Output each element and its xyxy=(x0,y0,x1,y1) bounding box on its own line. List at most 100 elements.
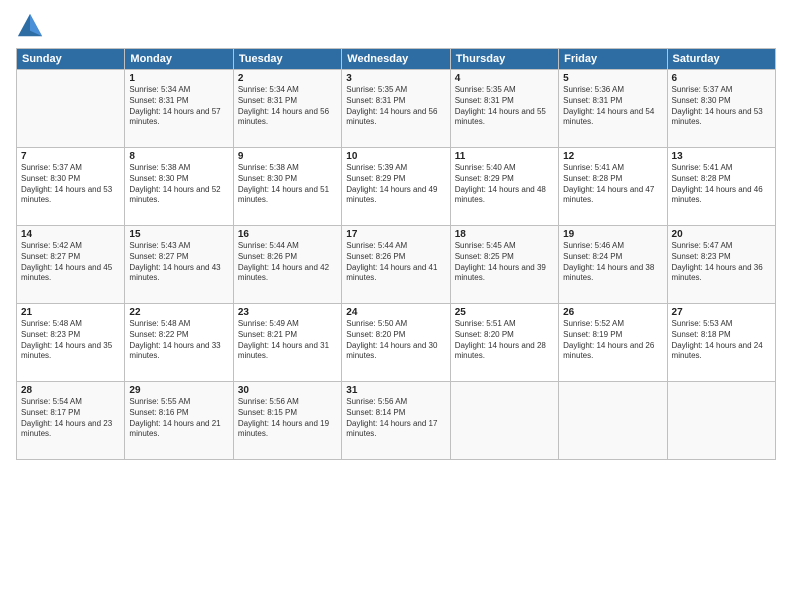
calendar-week-1: 1Sunrise: 5:34 AM Sunset: 8:31 PM Daylig… xyxy=(17,70,776,148)
cell-details: Sunrise: 5:47 AM Sunset: 8:23 PM Dayligh… xyxy=(672,241,771,284)
day-number: 18 xyxy=(455,229,554,240)
cell-details: Sunrise: 5:37 AM Sunset: 8:30 PM Dayligh… xyxy=(672,85,771,128)
calendar-cell: 30Sunrise: 5:56 AM Sunset: 8:15 PM Dayli… xyxy=(233,382,341,460)
cell-details: Sunrise: 5:51 AM Sunset: 8:20 PM Dayligh… xyxy=(455,319,554,362)
calendar-cell: 11Sunrise: 5:40 AM Sunset: 8:29 PM Dayli… xyxy=(450,148,558,226)
day-number: 13 xyxy=(672,151,771,162)
day-number: 27 xyxy=(672,307,771,318)
calendar-cell: 16Sunrise: 5:44 AM Sunset: 8:26 PM Dayli… xyxy=(233,226,341,304)
calendar-cell: 28Sunrise: 5:54 AM Sunset: 8:17 PM Dayli… xyxy=(17,382,125,460)
day-number: 3 xyxy=(346,73,445,84)
calendar-week-5: 28Sunrise: 5:54 AM Sunset: 8:17 PM Dayli… xyxy=(17,382,776,460)
cell-details: Sunrise: 5:40 AM Sunset: 8:29 PM Dayligh… xyxy=(455,163,554,206)
day-number: 15 xyxy=(129,229,228,240)
calendar-table: SundayMondayTuesdayWednesdayThursdayFrid… xyxy=(16,48,776,460)
cell-details: Sunrise: 5:41 AM Sunset: 8:28 PM Dayligh… xyxy=(672,163,771,206)
day-number: 21 xyxy=(21,307,120,318)
calendar-cell: 22Sunrise: 5:48 AM Sunset: 8:22 PM Dayli… xyxy=(125,304,233,382)
cell-details: Sunrise: 5:43 AM Sunset: 8:27 PM Dayligh… xyxy=(129,241,228,284)
calendar-cell xyxy=(450,382,558,460)
calendar-cell: 26Sunrise: 5:52 AM Sunset: 8:19 PM Dayli… xyxy=(559,304,667,382)
day-number: 6 xyxy=(672,73,771,84)
cell-details: Sunrise: 5:56 AM Sunset: 8:15 PM Dayligh… xyxy=(238,397,337,440)
cell-details: Sunrise: 5:35 AM Sunset: 8:31 PM Dayligh… xyxy=(346,85,445,128)
calendar-cell: 21Sunrise: 5:48 AM Sunset: 8:23 PM Dayli… xyxy=(17,304,125,382)
cell-details: Sunrise: 5:38 AM Sunset: 8:30 PM Dayligh… xyxy=(238,163,337,206)
cell-details: Sunrise: 5:45 AM Sunset: 8:25 PM Dayligh… xyxy=(455,241,554,284)
cell-details: Sunrise: 5:38 AM Sunset: 8:30 PM Dayligh… xyxy=(129,163,228,206)
calendar-cell: 24Sunrise: 5:50 AM Sunset: 8:20 PM Dayli… xyxy=(342,304,450,382)
day-number: 24 xyxy=(346,307,445,318)
day-number: 10 xyxy=(346,151,445,162)
calendar-cell: 2Sunrise: 5:34 AM Sunset: 8:31 PM Daylig… xyxy=(233,70,341,148)
calendar-cell: 1Sunrise: 5:34 AM Sunset: 8:31 PM Daylig… xyxy=(125,70,233,148)
calendar-cell xyxy=(667,382,775,460)
logo xyxy=(16,12,46,40)
calendar-cell: 7Sunrise: 5:37 AM Sunset: 8:30 PM Daylig… xyxy=(17,148,125,226)
calendar-cell: 15Sunrise: 5:43 AM Sunset: 8:27 PM Dayli… xyxy=(125,226,233,304)
calendar-cell: 6Sunrise: 5:37 AM Sunset: 8:30 PM Daylig… xyxy=(667,70,775,148)
day-number: 4 xyxy=(455,73,554,84)
calendar-cell: 29Sunrise: 5:55 AM Sunset: 8:16 PM Dayli… xyxy=(125,382,233,460)
cell-details: Sunrise: 5:54 AM Sunset: 8:17 PM Dayligh… xyxy=(21,397,120,440)
cell-details: Sunrise: 5:46 AM Sunset: 8:24 PM Dayligh… xyxy=(563,241,662,284)
calendar-week-4: 21Sunrise: 5:48 AM Sunset: 8:23 PM Dayli… xyxy=(17,304,776,382)
calendar-cell: 31Sunrise: 5:56 AM Sunset: 8:14 PM Dayli… xyxy=(342,382,450,460)
page: SundayMondayTuesdayWednesdayThursdayFrid… xyxy=(0,0,792,612)
calendar-week-2: 7Sunrise: 5:37 AM Sunset: 8:30 PM Daylig… xyxy=(17,148,776,226)
cell-details: Sunrise: 5:39 AM Sunset: 8:29 PM Dayligh… xyxy=(346,163,445,206)
day-number: 8 xyxy=(129,151,228,162)
cell-details: Sunrise: 5:34 AM Sunset: 8:31 PM Dayligh… xyxy=(129,85,228,128)
day-number: 20 xyxy=(672,229,771,240)
day-number: 22 xyxy=(129,307,228,318)
calendar-cell: 23Sunrise: 5:49 AM Sunset: 8:21 PM Dayli… xyxy=(233,304,341,382)
cell-details: Sunrise: 5:35 AM Sunset: 8:31 PM Dayligh… xyxy=(455,85,554,128)
weekday-header-tuesday: Tuesday xyxy=(233,49,341,70)
day-number: 16 xyxy=(238,229,337,240)
weekday-header-saturday: Saturday xyxy=(667,49,775,70)
calendar-cell: 12Sunrise: 5:41 AM Sunset: 8:28 PM Dayli… xyxy=(559,148,667,226)
cell-details: Sunrise: 5:41 AM Sunset: 8:28 PM Dayligh… xyxy=(563,163,662,206)
cell-details: Sunrise: 5:50 AM Sunset: 8:20 PM Dayligh… xyxy=(346,319,445,362)
cell-details: Sunrise: 5:44 AM Sunset: 8:26 PM Dayligh… xyxy=(346,241,445,284)
cell-details: Sunrise: 5:44 AM Sunset: 8:26 PM Dayligh… xyxy=(238,241,337,284)
day-number: 30 xyxy=(238,385,337,396)
weekday-header-wednesday: Wednesday xyxy=(342,49,450,70)
day-number: 1 xyxy=(129,73,228,84)
calendar-cell: 5Sunrise: 5:36 AM Sunset: 8:31 PM Daylig… xyxy=(559,70,667,148)
cell-details: Sunrise: 5:52 AM Sunset: 8:19 PM Dayligh… xyxy=(563,319,662,362)
weekday-header-row: SundayMondayTuesdayWednesdayThursdayFrid… xyxy=(17,49,776,70)
calendar-cell: 14Sunrise: 5:42 AM Sunset: 8:27 PM Dayli… xyxy=(17,226,125,304)
day-number: 12 xyxy=(563,151,662,162)
weekday-header-friday: Friday xyxy=(559,49,667,70)
calendar-cell: 17Sunrise: 5:44 AM Sunset: 8:26 PM Dayli… xyxy=(342,226,450,304)
day-number: 14 xyxy=(21,229,120,240)
calendar-week-3: 14Sunrise: 5:42 AM Sunset: 8:27 PM Dayli… xyxy=(17,226,776,304)
cell-details: Sunrise: 5:48 AM Sunset: 8:22 PM Dayligh… xyxy=(129,319,228,362)
calendar-cell: 13Sunrise: 5:41 AM Sunset: 8:28 PM Dayli… xyxy=(667,148,775,226)
header xyxy=(16,12,776,40)
weekday-header-monday: Monday xyxy=(125,49,233,70)
cell-details: Sunrise: 5:48 AM Sunset: 8:23 PM Dayligh… xyxy=(21,319,120,362)
day-number: 9 xyxy=(238,151,337,162)
day-number: 23 xyxy=(238,307,337,318)
day-number: 11 xyxy=(455,151,554,162)
calendar-cell: 25Sunrise: 5:51 AM Sunset: 8:20 PM Dayli… xyxy=(450,304,558,382)
calendar-cell: 19Sunrise: 5:46 AM Sunset: 8:24 PM Dayli… xyxy=(559,226,667,304)
calendar-cell: 27Sunrise: 5:53 AM Sunset: 8:18 PM Dayli… xyxy=(667,304,775,382)
cell-details: Sunrise: 5:36 AM Sunset: 8:31 PM Dayligh… xyxy=(563,85,662,128)
day-number: 29 xyxy=(129,385,228,396)
weekday-header-sunday: Sunday xyxy=(17,49,125,70)
cell-details: Sunrise: 5:37 AM Sunset: 8:30 PM Dayligh… xyxy=(21,163,120,206)
calendar-cell: 18Sunrise: 5:45 AM Sunset: 8:25 PM Dayli… xyxy=(450,226,558,304)
logo-icon xyxy=(16,12,44,40)
day-number: 5 xyxy=(563,73,662,84)
calendar-cell xyxy=(559,382,667,460)
cell-details: Sunrise: 5:42 AM Sunset: 8:27 PM Dayligh… xyxy=(21,241,120,284)
day-number: 2 xyxy=(238,73,337,84)
day-number: 7 xyxy=(21,151,120,162)
cell-details: Sunrise: 5:34 AM Sunset: 8:31 PM Dayligh… xyxy=(238,85,337,128)
cell-details: Sunrise: 5:49 AM Sunset: 8:21 PM Dayligh… xyxy=(238,319,337,362)
calendar-cell: 20Sunrise: 5:47 AM Sunset: 8:23 PM Dayli… xyxy=(667,226,775,304)
cell-details: Sunrise: 5:53 AM Sunset: 8:18 PM Dayligh… xyxy=(672,319,771,362)
